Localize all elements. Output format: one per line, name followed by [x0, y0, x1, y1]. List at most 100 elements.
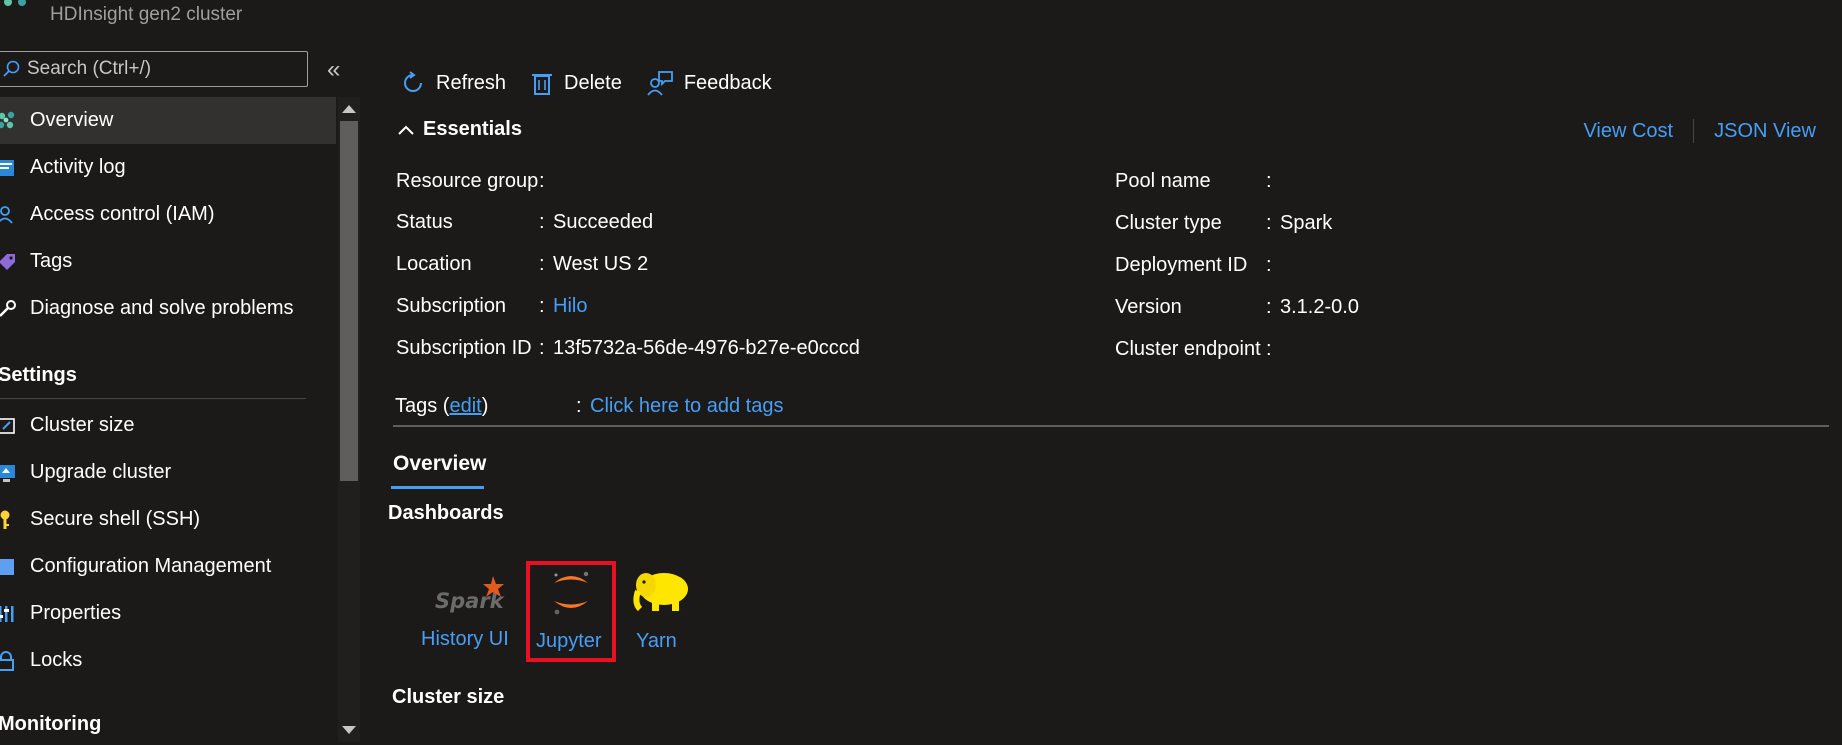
cluster-type-label: Cluster type [1115, 212, 1222, 234]
resize-icon [0, 415, 18, 437]
sidebar-item-label: Upgrade cluster [30, 461, 172, 483]
refresh-label: Refresh [436, 71, 507, 94]
scroll-up-arrow-icon[interactable] [342, 105, 356, 113]
monitoring-heading: Monitoring [0, 713, 102, 735]
settings-heading: Settings [0, 364, 77, 386]
sidebar-item-cluster-size[interactable]: Cluster size [0, 402, 336, 449]
colon: : [1266, 296, 1272, 318]
sidebar-item-configuration[interactable]: Configuration Management [0, 543, 336, 590]
colon: : [539, 211, 545, 233]
search-icon [3, 60, 20, 77]
config-icon [0, 556, 18, 578]
chevron-up-icon [398, 125, 414, 135]
trash-icon [532, 74, 553, 95]
colon: : [539, 170, 545, 192]
hdinsight-logo-icon [4, 0, 26, 6]
collapse-sidebar-button[interactable]: « [327, 56, 341, 84]
colon: : [1266, 170, 1272, 192]
upgrade-icon [0, 462, 18, 484]
location-value: West US 2 [553, 253, 649, 275]
colon: : [539, 337, 545, 359]
json-view-link[interactable]: JSON View [1714, 120, 1816, 143]
sidebar-item-label: Overview [30, 109, 114, 131]
sidebar-item-upgrade-cluster[interactable]: Upgrade cluster [0, 449, 336, 496]
refresh-button[interactable]: Refresh [400, 70, 506, 96]
cluster-type-value: Spark [1280, 212, 1333, 234]
sidebar-item-label: Cluster size [30, 414, 135, 436]
colon: : [1266, 212, 1272, 234]
yarn-dashboard[interactable]: Yarn [628, 565, 708, 658]
scroll-thumb[interactable] [340, 121, 358, 481]
subscription-label: Subscription [396, 295, 507, 317]
spark-icon: Spark [435, 576, 506, 613]
sidebar-item-label: Secure shell (SSH) [30, 508, 201, 530]
history-ui-dashboard[interactable]: Spark History UI [421, 574, 521, 664]
subscription-id-value: 13f5732a-56de-4976-b27e-e0cccd [553, 337, 860, 359]
sidebar-item-ssh[interactable]: Secure shell (SSH) [0, 496, 336, 543]
status-value: Succeeded [553, 211, 654, 233]
location-label: Location [396, 253, 472, 275]
jupyter-highlight-box [526, 561, 616, 662]
subscription-id-label: Subscription ID [396, 337, 532, 359]
feedback-button[interactable]: Feedback [646, 70, 772, 96]
activity-log-icon [0, 157, 18, 179]
yarn-label: Yarn [636, 630, 677, 652]
sidebar-item-label: Activity log [30, 156, 126, 178]
cluster-endpoint-label: Cluster endpoint [1115, 338, 1261, 360]
version-label: Version [1115, 296, 1182, 318]
dashboards-heading: Dashboards [388, 502, 504, 524]
key-icon [0, 509, 18, 531]
cluster-icon [0, 110, 18, 132]
lock-icon [0, 650, 18, 672]
command-bar: Refresh Delete Feedback [400, 66, 796, 100]
sidebar-item-label: Access control (IAM) [30, 203, 215, 225]
sidebar-item-properties[interactable]: Properties [0, 590, 336, 637]
essentials-links: View Cost JSON View [1583, 119, 1816, 143]
sidebar-scrollbar[interactable] [338, 97, 360, 742]
sidebar-item-overview[interactable]: Overview [0, 97, 336, 144]
settings-divider [0, 398, 306, 399]
sidebar-item-label: Diagnose and solve problems [30, 297, 294, 319]
sidebar-item-access-control[interactable]: Access control (IAM) [0, 191, 336, 238]
sidebar-item-label: Properties [30, 602, 122, 624]
search-placeholder: Search (Ctrl+/) [27, 58, 152, 79]
sidebar-item-locks[interactable]: Locks [0, 637, 336, 684]
add-tags-link[interactable]: Click here to add tags [590, 395, 783, 418]
tab-overview-indicator [391, 486, 484, 489]
deployment-id-label: Deployment ID [1115, 254, 1248, 276]
delete-button[interactable]: Delete [530, 70, 622, 96]
feedback-label: Feedback [683, 71, 772, 94]
tab-overview[interactable]: Overview [393, 452, 486, 476]
tags-label: Tags (edit) [395, 395, 488, 418]
sidebar-item-activity-log[interactable]: Activity log [0, 144, 336, 191]
wrench-icon [0, 298, 18, 320]
refresh-icon [404, 71, 422, 92]
feedback-icon [647, 71, 673, 96]
colon: : [1266, 254, 1272, 276]
subscription-link[interactable]: Hilo [553, 295, 587, 318]
sidebar-item-diagnose[interactable]: Diagnose and solve problems [0, 285, 336, 332]
sidebar-item-tags[interactable]: Tags [0, 238, 336, 285]
tags-label-suffix: ) [481, 395, 489, 417]
view-cost-link[interactable]: View Cost [1583, 120, 1673, 143]
search-input[interactable]: Search (Ctrl+/) [0, 51, 308, 87]
colon: : [1266, 338, 1272, 360]
edit-tags-link[interactable]: edit [449, 395, 481, 417]
hadoop-elephant-icon [633, 573, 688, 612]
colon: : [576, 395, 582, 417]
scroll-down-arrow-icon[interactable] [342, 726, 356, 734]
pool-name-label: Pool name [1115, 170, 1211, 192]
sidebar-item-label: Locks [30, 649, 83, 671]
tag-icon [0, 251, 18, 273]
link-separator [1693, 119, 1695, 143]
history-ui-label: History UI [421, 628, 509, 650]
cluster-size-heading: Cluster size [392, 686, 505, 708]
essentials-divider [393, 425, 1829, 427]
colon: : [539, 295, 545, 317]
essentials-label: Essentials [423, 118, 522, 140]
people-icon [0, 204, 18, 226]
resource-type-subtitle: HDInsight gen2 cluster [50, 4, 243, 25]
app-root: HDInsight gen2 cluster Search (Ctrl+/) «… [0, 0, 1842, 745]
essentials-toggle[interactable]: Essentials [397, 118, 522, 141]
sidebar-item-label: Configuration Management [30, 555, 272, 577]
